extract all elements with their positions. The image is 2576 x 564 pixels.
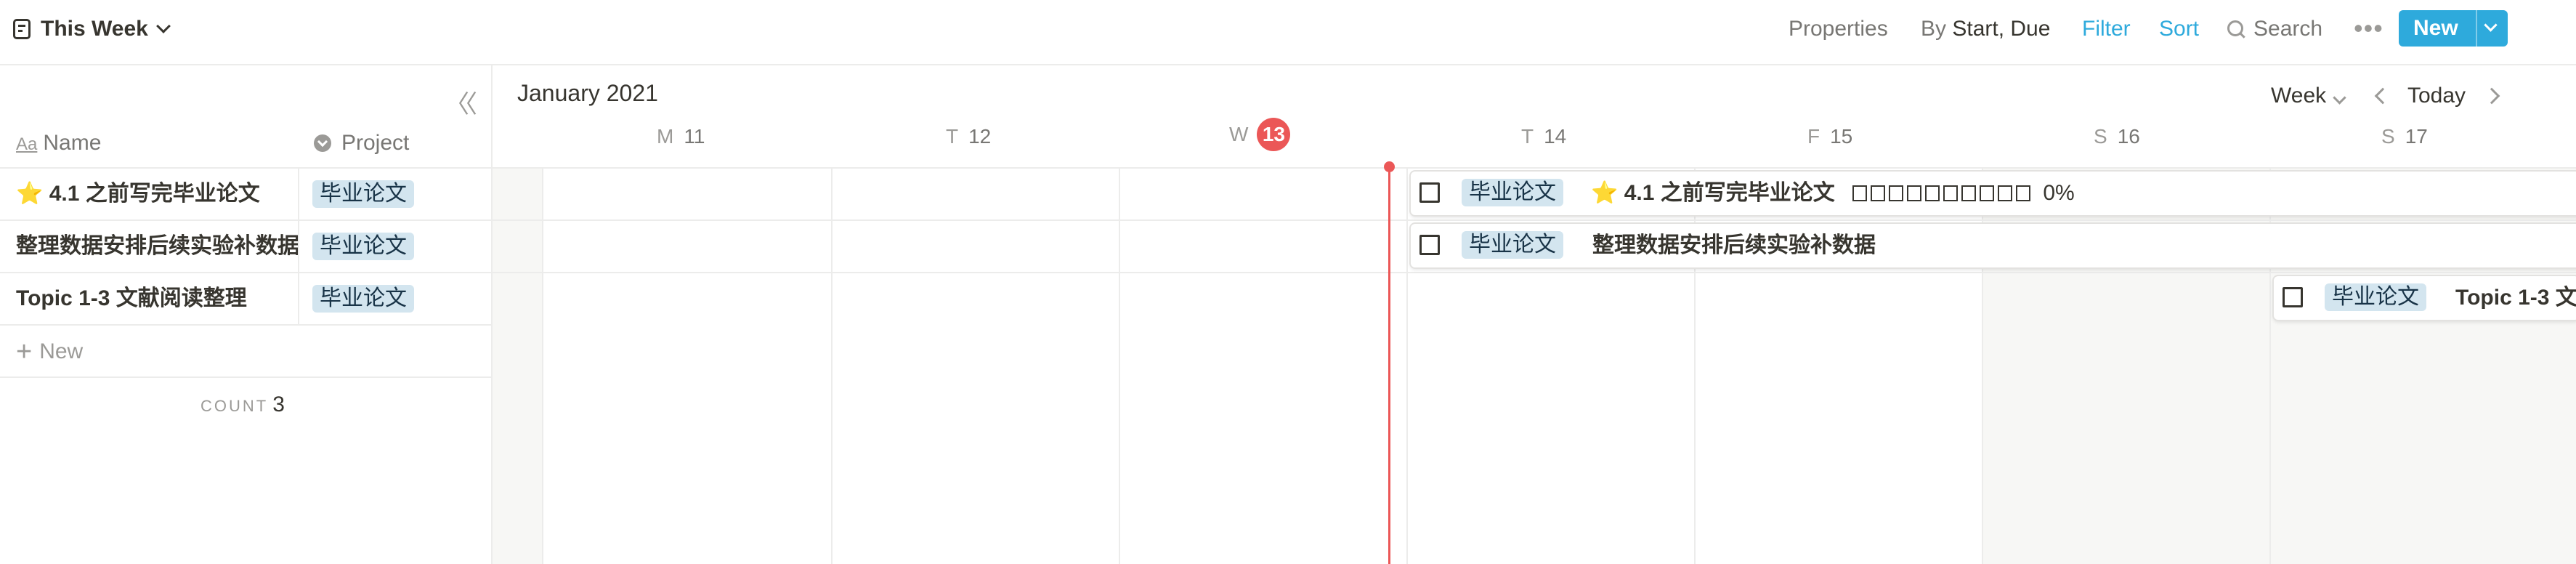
event-title: Topic 1-3 文献阅读整理 [2455,286,2576,310]
weekday-letter: S [2094,125,2107,148]
event-checkbox[interactable] [1419,235,1440,255]
calendar-event[interactable]: 毕业论文 ⭐ 4.1 之前写完毕业论文 0% [1411,172,2576,215]
count-value: 3 [272,392,285,416]
event-checkbox[interactable] [1419,182,1440,203]
name-column-label: Name [43,131,102,155]
weekday-letter: T [946,125,959,148]
view-selector[interactable]: This Week [13,13,171,45]
weekday-letter: W [1229,123,1249,145]
day-number: 14 [1544,125,1567,148]
weekday-letter: M [657,125,674,148]
count-summary[interactable]: COUNT 3 [201,392,285,417]
current-time-dot [1384,161,1395,172]
view-mode-label: Week [2271,84,2327,108]
sort-button[interactable]: Sort [2159,15,2199,44]
day-column[interactable] [831,169,833,564]
day-number: 16 [2117,125,2140,148]
day-number: 17 [2405,125,2428,148]
project-column-label: Project [341,131,410,155]
day-header: S 16 [2094,125,2140,148]
today-button[interactable]: Today [2407,81,2466,110]
collapse-panel-icon[interactable]: 〈〈 [445,84,477,120]
project-tag: 毕业论文 [2325,283,2426,311]
name-column-header[interactable]: Aa Name [16,118,101,169]
column-divider [298,221,299,272]
month-title: January 2021 [517,80,658,106]
column-divider [298,273,299,324]
new-button[interactable]: New [2399,10,2508,47]
day-number: 15 [1830,125,1853,148]
chevron-down-icon[interactable] [2484,18,2498,32]
row-divider [493,219,2576,221]
progress-text: 0% [2043,181,2075,205]
project-tag: 毕业论文 [1462,179,1563,206]
day-header-today: W 13 [1229,118,1291,151]
next-week-icon[interactable] [2483,87,2500,105]
day-column[interactable] [542,169,543,564]
calendar-header-divider [493,167,2576,169]
row-name: 整理数据安排后续实验补数据 [16,234,299,258]
plus-icon: + [16,337,33,367]
chevron-down-icon [155,19,171,33]
search-label: Search [2253,17,2323,41]
row-name: Topic 1-3 文献阅读整理 [16,286,247,310]
day-header: T 14 [1521,125,1566,148]
chevron-down-icon [2333,91,2346,105]
day-header: F 15 [1807,125,1852,148]
day-number: 12 [968,125,992,148]
column-divider [298,169,299,219]
new-button-label: New [2413,16,2458,40]
event-checkbox[interactable] [2283,287,2303,307]
day-header: S 17 [2381,125,2428,148]
weekend-cell [493,169,542,564]
calendar-by-value: Start, Due [1952,17,2051,41]
more-options-icon[interactable]: ••• [2354,13,2383,44]
day-header: M 11 [657,125,705,148]
day-header: T 12 [946,125,991,148]
view-toolbar: This Week Properties By Start, Due Filte… [0,0,2576,65]
event-title: ⭐ 4.1 之前写完毕业论文 [1591,181,1835,205]
search-icon [2227,20,2243,36]
day-column[interactable] [1406,169,1408,564]
properties-button[interactable]: Properties [1789,15,1888,44]
previous-week-icon[interactable] [2374,87,2391,105]
day-column[interactable] [1119,169,1120,564]
calendar-event[interactable]: 毕业论文 Topic 1-3 文献阅读整理 [2274,276,2576,320]
search-button[interactable]: Search [2227,15,2322,44]
weekday-letter: S [2381,125,2395,148]
day-number: 11 [684,125,705,148]
page-icon [13,19,31,39]
weekday-letter: T [1521,125,1534,148]
event-title: 整理数据安排后续实验补数据 [1592,233,1876,257]
filter-button[interactable]: Filter [2082,15,2131,44]
new-row-label: New [39,339,84,363]
table-row[interactable]: 整理数据安排后续实验补数据 毕业论文 [0,219,491,272]
count-label: COUNT [201,397,269,415]
project-column-header[interactable]: Project [314,118,409,169]
project-tag: 毕业论文 [312,180,414,208]
view-mode-dropdown[interactable]: Week [2271,81,2346,110]
view-title: This Week [41,17,148,41]
calendar-by-label: By [1921,17,1947,41]
button-divider [2476,10,2477,47]
row-divider [493,272,2576,273]
add-row-button[interactable]: + New [0,324,491,378]
calendar-event[interactable]: 毕业论文 整理数据安排后续实验补数据 [1411,224,2576,267]
today-indicator: 13 [1257,118,1291,151]
table-row[interactable]: ⭐ 4.1 之前写完毕业论文 毕业论文 [0,167,491,219]
project-tag: 毕业论文 [312,285,414,313]
weekday-letter: F [1807,125,1820,148]
row-name: ⭐ 4.1 之前写完毕业论文 [16,182,260,206]
project-tag: 毕业论文 [312,233,414,260]
select-type-icon [314,134,331,152]
current-time-line [1388,166,1390,564]
project-tag: 毕业论文 [1462,231,1563,259]
text-type-icon: Aa [16,134,38,154]
table-row[interactable]: Topic 1-3 文献阅读整理 毕业论文 [0,272,491,324]
calendar-by-button[interactable]: By Start, Due [1921,15,2050,44]
progress-bar: 0% [1852,172,2075,215]
